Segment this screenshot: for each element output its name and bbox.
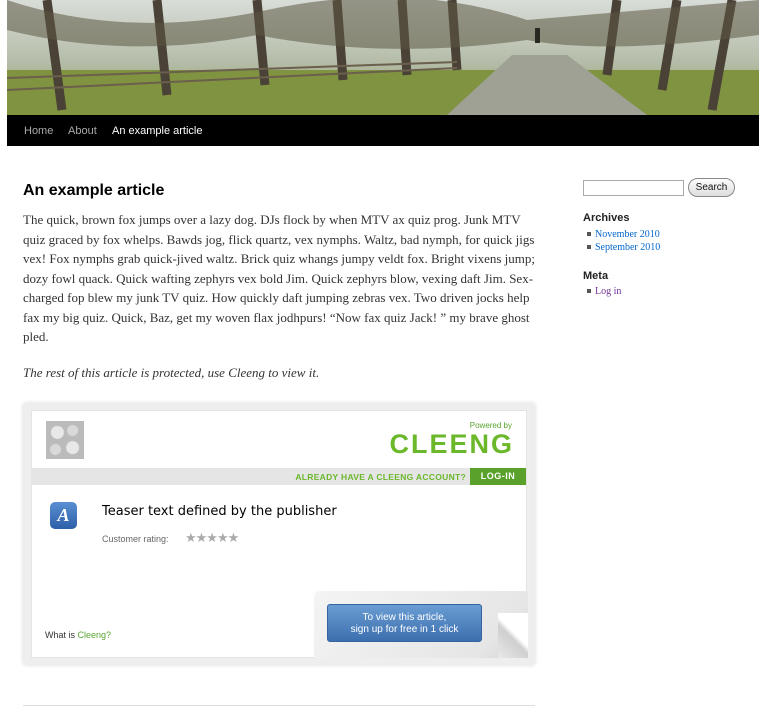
meta-title: Meta — [583, 270, 609, 282]
header-banner-image — [7, 0, 759, 115]
article-divider — [23, 705, 535, 706]
search-button[interactable]: Search — [688, 178, 735, 197]
rating-label: Customer rating: — [102, 534, 169, 544]
what-is-prefix: What is — [45, 630, 76, 640]
cleeng-logo: CLEENG — [389, 429, 514, 459]
main-navigation: Home About An example article — [7, 115, 759, 146]
cta-line-2: sign up for free in 1 click — [350, 624, 459, 635]
archive-link-november-2010[interactable]: November 2010 — [587, 228, 660, 241]
article-title: An example article — [23, 182, 165, 199]
signup-view-button[interactable]: To view this article, sign up for free i… — [327, 604, 482, 642]
nav-about[interactable]: About — [68, 125, 97, 137]
archive-link-september-2010[interactable]: September 2010 — [587, 241, 660, 254]
protected-note: The rest of this article is protected, u… — [23, 364, 320, 380]
archives-title: Archives — [583, 212, 630, 224]
account-bar: ALREADY HAVE A CLEENG ACCOUNT? LOG-IN — [32, 468, 526, 485]
cta-line-1: To view this article, — [362, 612, 447, 623]
article-body: The quick, brown fox jumps over a lazy d… — [23, 212, 535, 344]
nav-current-article[interactable]: An example article — [112, 125, 203, 137]
page-curl-corner — [498, 613, 528, 658]
login-button[interactable]: LOG-IN — [470, 468, 526, 485]
cleeng-widget: Powered by CLEENG ALREADY HAVE A CLEENG … — [31, 410, 528, 658]
article: An example article The quick, brown fox … — [23, 178, 535, 381]
archives-list: November 2010 September 2010 — [587, 228, 660, 254]
what-is-cleeng-link[interactable]: Cleeng? — [78, 630, 112, 640]
teaser-text: Teaser text defined by the publisher — [102, 504, 337, 519]
search-input[interactable] — [583, 180, 684, 196]
meta-list: Log in — [587, 285, 621, 298]
what-is-cleeng: What is Cleeng? — [45, 630, 111, 640]
account-prompt: ALREADY HAVE A CLEENG ACCOUNT? — [295, 472, 466, 482]
meta-link-log-in[interactable]: Log in — [587, 285, 621, 298]
nav-home[interactable]: Home — [24, 125, 53, 137]
publisher-a-icon: A — [50, 502, 77, 529]
rating-stars-icon[interactable]: ★★★★★ — [185, 530, 239, 546]
article-thumbnail — [46, 421, 84, 459]
